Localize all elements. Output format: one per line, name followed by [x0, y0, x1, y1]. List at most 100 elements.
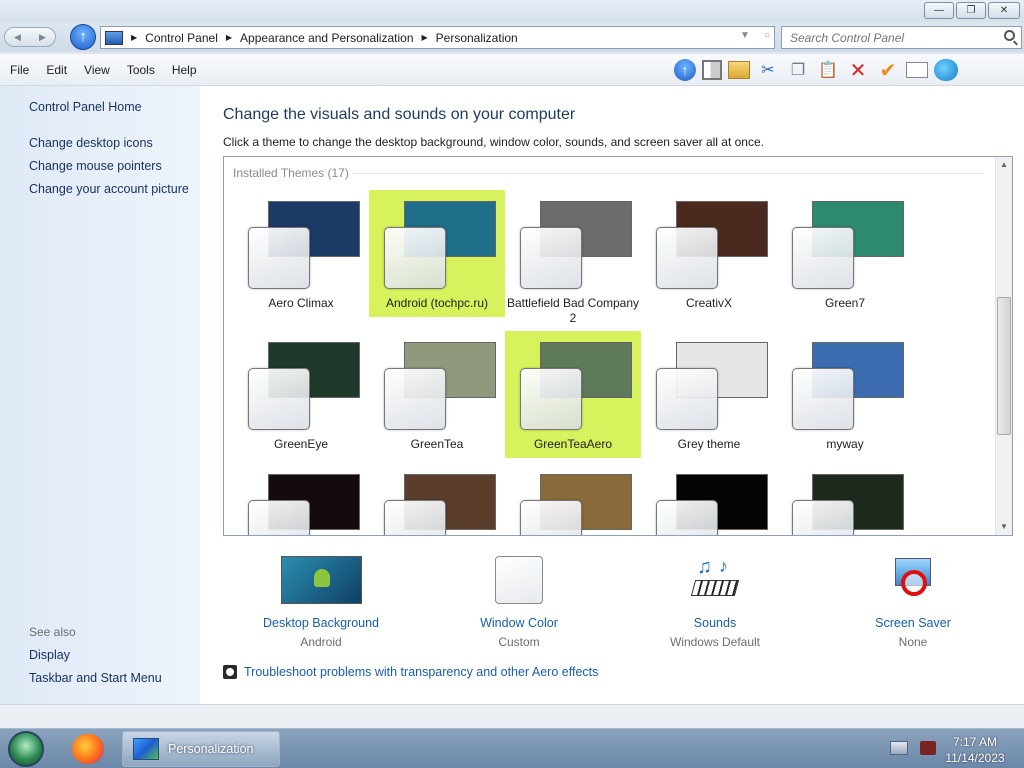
desktop-background-link[interactable]: Desktop Background	[256, 616, 386, 630]
theme-tile[interactable]: Grey theme	[641, 331, 777, 458]
display-link[interactable]: Display	[29, 648, 70, 662]
menu-edit[interactable]: Edit	[46, 63, 67, 77]
desktop-background-option[interactable]: Desktop Background Android	[256, 556, 386, 649]
theme-window-color-swatch	[656, 227, 718, 289]
back-forward-buttons: ◀ ▶	[4, 27, 56, 47]
copy-icon[interactable]: ❐	[786, 59, 810, 81]
paste-icon[interactable]: 📋	[816, 59, 840, 81]
theme-window-color-swatch	[792, 227, 854, 289]
close-button[interactable]: ✕	[988, 2, 1020, 19]
theme-label: GreenTeaAero	[533, 437, 613, 451]
sounds-option[interactable]: ♫ ♪ Sounds Windows Default	[650, 556, 780, 649]
theme-label: GreenEye	[273, 437, 329, 451]
theme-window-color-swatch	[520, 368, 582, 430]
breadcrumb-separator-icon[interactable]: ▶	[131, 33, 137, 42]
change-desktop-icons-link[interactable]: Change desktop icons	[29, 136, 153, 150]
firefox-icon[interactable]	[72, 734, 104, 764]
screen-saver-icon[interactable]	[889, 556, 937, 604]
troubleshoot-link[interactable]: Troubleshoot problems with transparency …	[244, 665, 598, 679]
window-color-option[interactable]: Window Color Custom	[454, 556, 584, 649]
start-button[interactable]	[8, 731, 44, 767]
theme-tile[interactable]: GreenEye	[233, 331, 369, 458]
theme-tile[interactable]	[505, 463, 641, 535]
window-color-link[interactable]: Window Color	[454, 616, 584, 630]
theme-tile[interactable]: Green7	[777, 190, 913, 317]
network-icon[interactable]	[890, 741, 908, 755]
volume-icon[interactable]	[920, 741, 936, 755]
scroll-up-icon[interactable]: ▲	[996, 157, 1012, 173]
breadcrumb-appearance[interactable]: Appearance and Personalization	[240, 31, 413, 45]
breadcrumb-control-panel[interactable]: Control Panel	[145, 31, 218, 45]
minimize-button[interactable]: —	[924, 2, 954, 19]
address-bar[interactable]: ▶ Control Panel ▶ Appearance and Persona…	[100, 26, 775, 49]
theme-tile[interactable]: Android (tochpc.ru)	[369, 190, 505, 317]
control-panel-home-link[interactable]: Control Panel Home	[29, 100, 142, 114]
taskbar-personalization-window[interactable]: Personalization	[122, 731, 280, 767]
up-arrow-icon[interactable]: ↑	[70, 24, 96, 50]
theme-window-color-swatch	[520, 227, 582, 289]
clock[interactable]: 7:17 AM 11/14/2023	[940, 734, 1010, 766]
sounds-icon[interactable]: ♫ ♪	[690, 556, 740, 604]
menu-file[interactable]: File	[10, 63, 29, 77]
theme-tile[interactable]: Aero Climax	[233, 190, 369, 317]
restore-button[interactable]: ❐	[956, 2, 986, 19]
taskbar-start-menu-link[interactable]: Taskbar and Start Menu	[29, 671, 162, 685]
screen-saver-link[interactable]: Screen Saver	[848, 616, 978, 630]
breadcrumb-personalization[interactable]: Personalization	[436, 31, 518, 45]
scrollbar-thumb[interactable]	[997, 297, 1011, 435]
menu-view[interactable]: View	[84, 63, 110, 77]
search-input[interactable]	[782, 27, 992, 48]
delete-icon[interactable]: ✕	[846, 59, 870, 82]
theme-tile[interactable]: Battlefield Bad Company 2	[505, 190, 641, 325]
theme-tile[interactable]	[777, 463, 913, 535]
back-button[interactable]: ◀	[5, 28, 30, 46]
desktop-background-thumbnail[interactable]	[280, 556, 362, 604]
scroll-down-icon[interactable]: ▼	[996, 519, 1012, 535]
forward-button[interactable]: ▶	[30, 28, 55, 46]
troubleshoot-row: Troubleshoot problems with transparency …	[223, 665, 598, 679]
taskbar: Personalization 7:17 AM 11/14/2023	[0, 728, 1024, 768]
cut-icon[interactable]: ✂	[756, 59, 780, 81]
screen-saver-option[interactable]: Screen Saver None	[848, 556, 978, 649]
theme-tile[interactable]: myway	[777, 331, 913, 458]
taskbar-window-label: Personalization	[168, 742, 254, 756]
see-also-label: See also	[29, 625, 76, 639]
folder-icon[interactable]	[728, 61, 750, 79]
window-color-swatch[interactable]	[495, 556, 543, 604]
change-account-picture-link[interactable]: Change your account picture	[29, 182, 189, 196]
theme-tile[interactable]	[641, 463, 777, 535]
clock-date: 11/14/2023	[945, 751, 1005, 765]
address-row: ◀ ▶ ↑ ▶ Control Panel ▶ Appearance and P…	[0, 22, 1024, 52]
page-title: Change the visuals and sounds on your co…	[223, 106, 576, 123]
address-tools: ▼ ○	[740, 30, 770, 41]
search-box[interactable]	[781, 26, 1022, 49]
theme-tile[interactable]: CreativX	[641, 190, 777, 317]
theme-label: Aero Climax	[268, 296, 334, 310]
properties-icon[interactable]	[906, 62, 928, 78]
toolbar: ↑ ✂ ❐ 📋 ✕ ✔	[674, 59, 958, 82]
theme-tile[interactable]	[233, 463, 369, 535]
theme-window-color-swatch	[656, 368, 718, 430]
menu-bar: File Edit View Tools Help	[10, 63, 214, 77]
sounds-link[interactable]: Sounds	[650, 616, 780, 630]
menu-tools[interactable]: Tools	[127, 63, 155, 77]
check-icon[interactable]: ✔	[876, 59, 900, 82]
change-mouse-pointers-link[interactable]: Change mouse pointers	[29, 159, 162, 173]
menu-help[interactable]: Help	[172, 63, 197, 77]
desktop-background-value: Android	[300, 635, 342, 649]
theme-label: Grey theme	[677, 437, 741, 451]
up-icon[interactable]: ↑	[674, 59, 696, 81]
dropdown-arrow-icon[interactable]: ▼	[740, 30, 750, 41]
theme-gallery: Installed Themes (17) Aero Climax Android…	[223, 156, 1013, 536]
breadcrumb-separator-icon[interactable]: ▶	[422, 33, 428, 42]
theme-tile[interactable]	[369, 463, 505, 535]
search-icon[interactable]	[1004, 30, 1015, 41]
scrollbar[interactable]: ▲ ▼	[995, 157, 1012, 535]
globe-icon[interactable]	[934, 59, 958, 81]
panel-icon[interactable]	[702, 60, 722, 80]
breadcrumb-separator-icon[interactable]: ▶	[226, 33, 232, 42]
window-color-value: Custom	[498, 635, 540, 649]
theme-tile[interactable]: GreenTea	[369, 331, 505, 458]
theme-tile[interactable]: GreenTeaAero	[505, 331, 641, 458]
refresh-icon[interactable]: ○	[764, 30, 770, 41]
